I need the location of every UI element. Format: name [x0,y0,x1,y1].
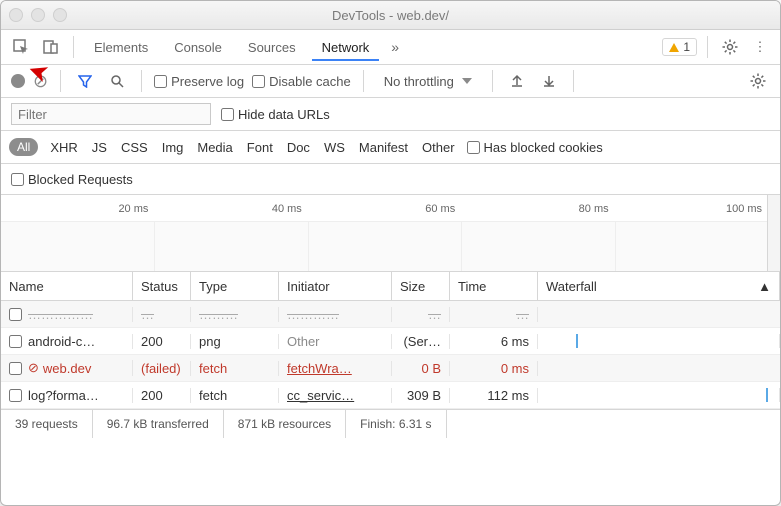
column-type[interactable]: Type [191,272,279,300]
column-name[interactable]: Name [1,272,133,300]
filter-type-xhr[interactable]: XHR [48,140,79,155]
preserve-log-checkbox[interactable]: Preserve log [154,74,244,89]
filter-type-css[interactable]: CSS [119,140,150,155]
column-waterfall[interactable]: Waterfall▲ [538,272,780,300]
sort-asc-icon: ▲ [758,279,771,294]
inspect-element-icon[interactable] [9,35,33,59]
chevron-down-icon [462,78,472,84]
search-icon[interactable] [105,69,129,93]
column-initiator[interactable]: Initiator [279,272,392,300]
clear-button[interactable]: ⊘ [33,71,48,92]
throttling-dropdown[interactable]: No throttling [376,74,480,89]
hide-data-urls-checkbox[interactable]: Hide data URLs [221,107,330,122]
disable-cache-checkbox[interactable]: Disable cache [252,74,351,89]
kebab-menu-icon[interactable]: ⋮ [748,35,772,59]
filter-type-media[interactable]: Media [195,140,234,155]
filter-type-js[interactable]: JS [90,140,109,155]
table-row[interactable]: ⊘web.dev(failed)fetchfetchWra…0 B0 ms [1,355,780,382]
filter-type-font[interactable]: Font [245,140,275,155]
has-blocked-cookies-checkbox[interactable]: Has blocked cookies [467,140,603,155]
filter-type-all[interactable]: All [9,138,38,156]
footer-resources: 871 kB resources [224,410,346,438]
filter-type-other[interactable]: Other [420,140,457,155]
tab-console[interactable]: Console [164,34,232,61]
device-toolbar-icon[interactable] [39,35,63,59]
footer-requests: 39 requests [1,410,93,438]
filter-type-img[interactable]: Img [160,140,186,155]
timeline-overview[interactable]: 20 ms 40 ms 60 ms 80 ms 100 ms [1,195,780,272]
timeline-scrollbar[interactable] [767,195,780,271]
footer-transferred: 96.7 kB transferred [93,410,224,438]
record-button[interactable] [11,74,25,88]
filter-types-bar: All XHR JS CSS Img Media Font Doc WS Man… [1,131,780,164]
settings-icon[interactable] [718,35,742,59]
more-tabs-icon[interactable]: » [385,39,405,55]
blocked-requests-checkbox[interactable]: Blocked Requests [11,172,133,187]
table-row[interactable]: …………… … ……… ………… … … [1,301,780,328]
column-size[interactable]: Size [392,272,450,300]
table-row[interactable]: android-c…200pngOther(Ser…6 ms [1,328,780,355]
table-row[interactable]: log?forma…200fetchcc_servic…309 B112 ms [1,382,780,409]
filter-type-ws[interactable]: WS [322,140,347,155]
footer-finish: Finish: 6.31 s [346,410,446,438]
filter-icon[interactable] [73,69,97,93]
network-settings-icon[interactable] [746,69,770,93]
download-har-icon[interactable] [537,69,561,93]
filter-type-doc[interactable]: Doc [285,140,312,155]
window-title: DevTools - web.dev/ [1,8,780,23]
tab-sources[interactable]: Sources [238,34,306,61]
column-status[interactable]: Status [133,272,191,300]
filter-input[interactable] [11,103,211,125]
main-toolbar: Elements Console Sources Network » 1 ⋮ [1,30,780,65]
status-bar: 39 requests 96.7 kB transferred 871 kB r… [1,409,780,438]
upload-har-icon[interactable] [505,69,529,93]
network-toolbar: ➤ ⊘ Preserve log Disable cache No thrott… [1,65,780,98]
devtools-window: DevTools - web.dev/ Elements Console Sou… [0,0,781,506]
blocked-requests-row: Blocked Requests [1,164,780,195]
column-time[interactable]: Time [450,272,538,300]
filter-type-manifest[interactable]: Manifest [357,140,410,155]
warnings-badge[interactable]: 1 [662,38,697,56]
table-header: Name Status Type Initiator Size Time Wat… [1,272,780,301]
timeline-ticks: 20 ms 40 ms 60 ms 80 ms 100 ms [1,203,768,215]
tab-elements[interactable]: Elements [84,34,158,61]
filter-bar: Hide data URLs [1,98,780,131]
tab-network[interactable]: Network [312,34,380,61]
title-bar: DevTools - web.dev/ [1,1,780,30]
request-table-body: …………… … ……… ………… … … android-c…200pngOth… [1,301,780,409]
warning-icon [669,43,679,52]
